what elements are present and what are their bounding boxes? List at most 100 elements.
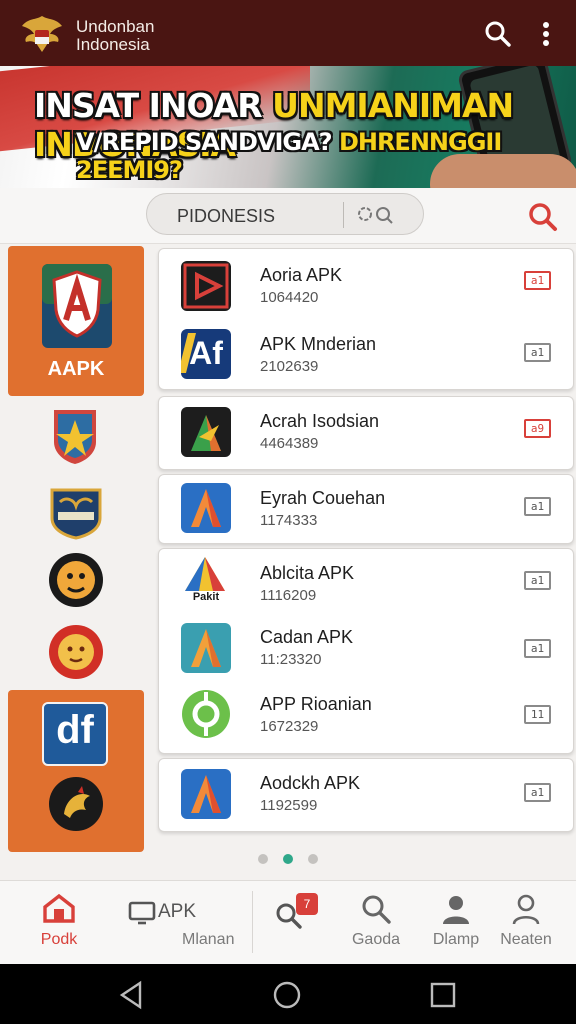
app-download-count: 11:23320: [260, 651, 322, 668]
app-badge[interactable]: a1: [524, 497, 551, 516]
nav-divider: [252, 891, 253, 953]
promo-banner[interactable]: INSAT INOAR UNMIANIMAN INDONASIA V/REPID…: [0, 66, 576, 188]
search-divider: [343, 202, 344, 228]
app-badge[interactable]: a9: [524, 419, 551, 438]
page-dot[interactable]: [258, 854, 268, 864]
garuda-emblem-icon: [22, 16, 62, 52]
app-download-count: 1116209: [260, 587, 317, 604]
app-name: APK Mnderian: [260, 334, 377, 354]
recents-icon[interactable]: [428, 980, 458, 1010]
app-list-card-3: Eyrah Couehan 1174333 a1: [158, 474, 574, 544]
app-badge[interactable]: a1: [524, 571, 551, 590]
nav-apk[interactable]: APK Mlanan: [124, 881, 242, 965]
monitor-icon: [128, 901, 156, 925]
search-input-value: PIDONESIS: [177, 206, 276, 226]
person-outline-icon: [512, 894, 540, 925]
page-dot[interactable]: [308, 854, 318, 864]
app-badge[interactable]: a1: [524, 271, 551, 290]
home-circle-icon[interactable]: [272, 980, 302, 1010]
af-app-icon: Af: [181, 329, 231, 379]
app-badge[interactable]: a1: [524, 343, 551, 362]
app-download-count: 1672329: [260, 718, 319, 735]
pakit-triangle-icon: [185, 557, 225, 591]
garuda-shield-icon[interactable]: [46, 482, 106, 540]
app-list-item[interactable]: Pakit Ablcita APK 1116209 a1: [159, 549, 575, 615]
app-list-card-4: Pakit Ablcita APK 1116209 a1 Cadan APK 1…: [158, 548, 574, 754]
eagle-badge-icon[interactable]: [50, 406, 100, 466]
app-list-card-1: Aoria APK 1064420 a1 Af APK Mnderian 210…: [158, 248, 574, 390]
nav-search-label: Gaoda: [351, 931, 401, 948]
pakit-app-icon: Pakit: [181, 555, 231, 605]
nav-profile[interactable]: Dlamp: [426, 881, 486, 965]
df-logo-icon: df: [42, 702, 108, 766]
filter-search-icon[interactable]: [355, 204, 395, 226]
app-badge[interactable]: a1: [524, 783, 551, 802]
back-icon[interactable]: [116, 980, 146, 1010]
search-icon[interactable]: [484, 20, 512, 48]
rooster-logo-icon: [49, 777, 103, 831]
df-logo-text: df: [56, 708, 94, 752]
app-list-card-2: Acrah Isodsian 4464389 a9: [158, 396, 574, 470]
app-name: APP Rioanian: [260, 694, 372, 714]
search-button-icon[interactable]: [526, 200, 558, 232]
person-filled-icon: [443, 896, 469, 924]
app-name: Aodckh APK: [260, 773, 361, 793]
nav-notifications[interactable]: 7: [270, 881, 326, 965]
green-a-app-icon: [181, 407, 231, 457]
nav-account[interactable]: Neaten: [496, 881, 556, 965]
app-badge[interactable]: a1: [524, 639, 551, 658]
page-indicator: [254, 852, 324, 866]
nav-account-label: Neaten: [500, 931, 552, 948]
search-input[interactable]: PIDONESIS: [146, 193, 424, 235]
app-download-count: 1064420: [260, 289, 319, 306]
app-list-item[interactable]: Af APK Mnderian 2102639 a1: [159, 321, 575, 391]
banner-sub-white: V/REPID SANDVIGA?: [76, 128, 339, 156]
app-name: Eyrah Couehan: [260, 488, 386, 508]
banner-title-white: INSAT INOAR: [34, 86, 273, 125]
more-vert-icon[interactable]: [532, 20, 560, 48]
magnifier-icon: [362, 895, 391, 924]
aapk-shield-icon: [42, 264, 112, 348]
sidebar-featured-label: AAPK: [47, 358, 105, 380]
nav-apk-title: APK: [158, 901, 197, 922]
app-download-count: 1192599: [260, 797, 318, 814]
play-app-icon: [181, 261, 231, 311]
app-name: Aoria APK: [260, 265, 343, 285]
app-name: Ablcita APK: [260, 563, 355, 583]
app-title-line2: Indonesia: [76, 35, 150, 54]
tiger-logo-icon[interactable]: [48, 552, 104, 608]
app-list-item[interactable]: Eyrah Couehan 1174333 a1: [159, 475, 575, 545]
app-list-item[interactable]: Cadan APK 11:23320 a1: [159, 615, 575, 681]
app-badge[interactable]: 11: [524, 705, 551, 724]
app-list-card-5: Aodckh APK 1192599 a1: [158, 758, 574, 832]
page-dot-active[interactable]: [283, 854, 293, 864]
category-sidebar: AAPK df: [0, 244, 156, 880]
nav-apk-label: Mlanan: [182, 931, 235, 948]
blue-a-app-icon: [181, 769, 231, 819]
pakit-text: Pakit: [192, 591, 220, 603]
sidebar-featured-card[interactable]: AAPK: [8, 246, 144, 396]
nav-home[interactable]: Podk: [18, 881, 100, 965]
nav-profile-label: Dlamp: [432, 931, 480, 948]
app-list-item[interactable]: Aoria APK 1064420 a1: [159, 249, 575, 321]
home-icon: [43, 893, 75, 923]
teal-a-app-icon: [181, 623, 231, 673]
app-download-count: 4464389: [260, 435, 319, 452]
app-download-count: 1174333: [260, 512, 318, 529]
app-title: Undonban Indonesia: [76, 18, 154, 54]
top-app-bar: Undonban Indonesia: [0, 0, 576, 66]
app-list-item[interactable]: Acrah Isodsian 4464389 a9: [159, 397, 575, 471]
app-list-item[interactable]: APP Rioanian 1672329 11: [159, 681, 575, 755]
search-row: PIDONESIS: [0, 188, 576, 244]
notification-badge: 7: [296, 893, 318, 915]
app-list-item[interactable]: Aodckh APK 1192599 a1: [159, 759, 575, 833]
lion-logo-icon[interactable]: [48, 624, 104, 680]
nav-search[interactable]: Gaoda: [346, 881, 406, 965]
green-ring-app-icon: [182, 690, 230, 738]
blue-a-app-icon: [181, 483, 231, 533]
app-screen: Undonban Indonesia INSAT INOAR UNMIANIMA…: [0, 0, 576, 1024]
sidebar-card-df[interactable]: df: [8, 690, 144, 852]
app-download-count: 2102639: [260, 358, 319, 375]
app-name: Acrah Isodsian: [260, 411, 380, 431]
app-name: Cadan APK: [260, 627, 354, 647]
